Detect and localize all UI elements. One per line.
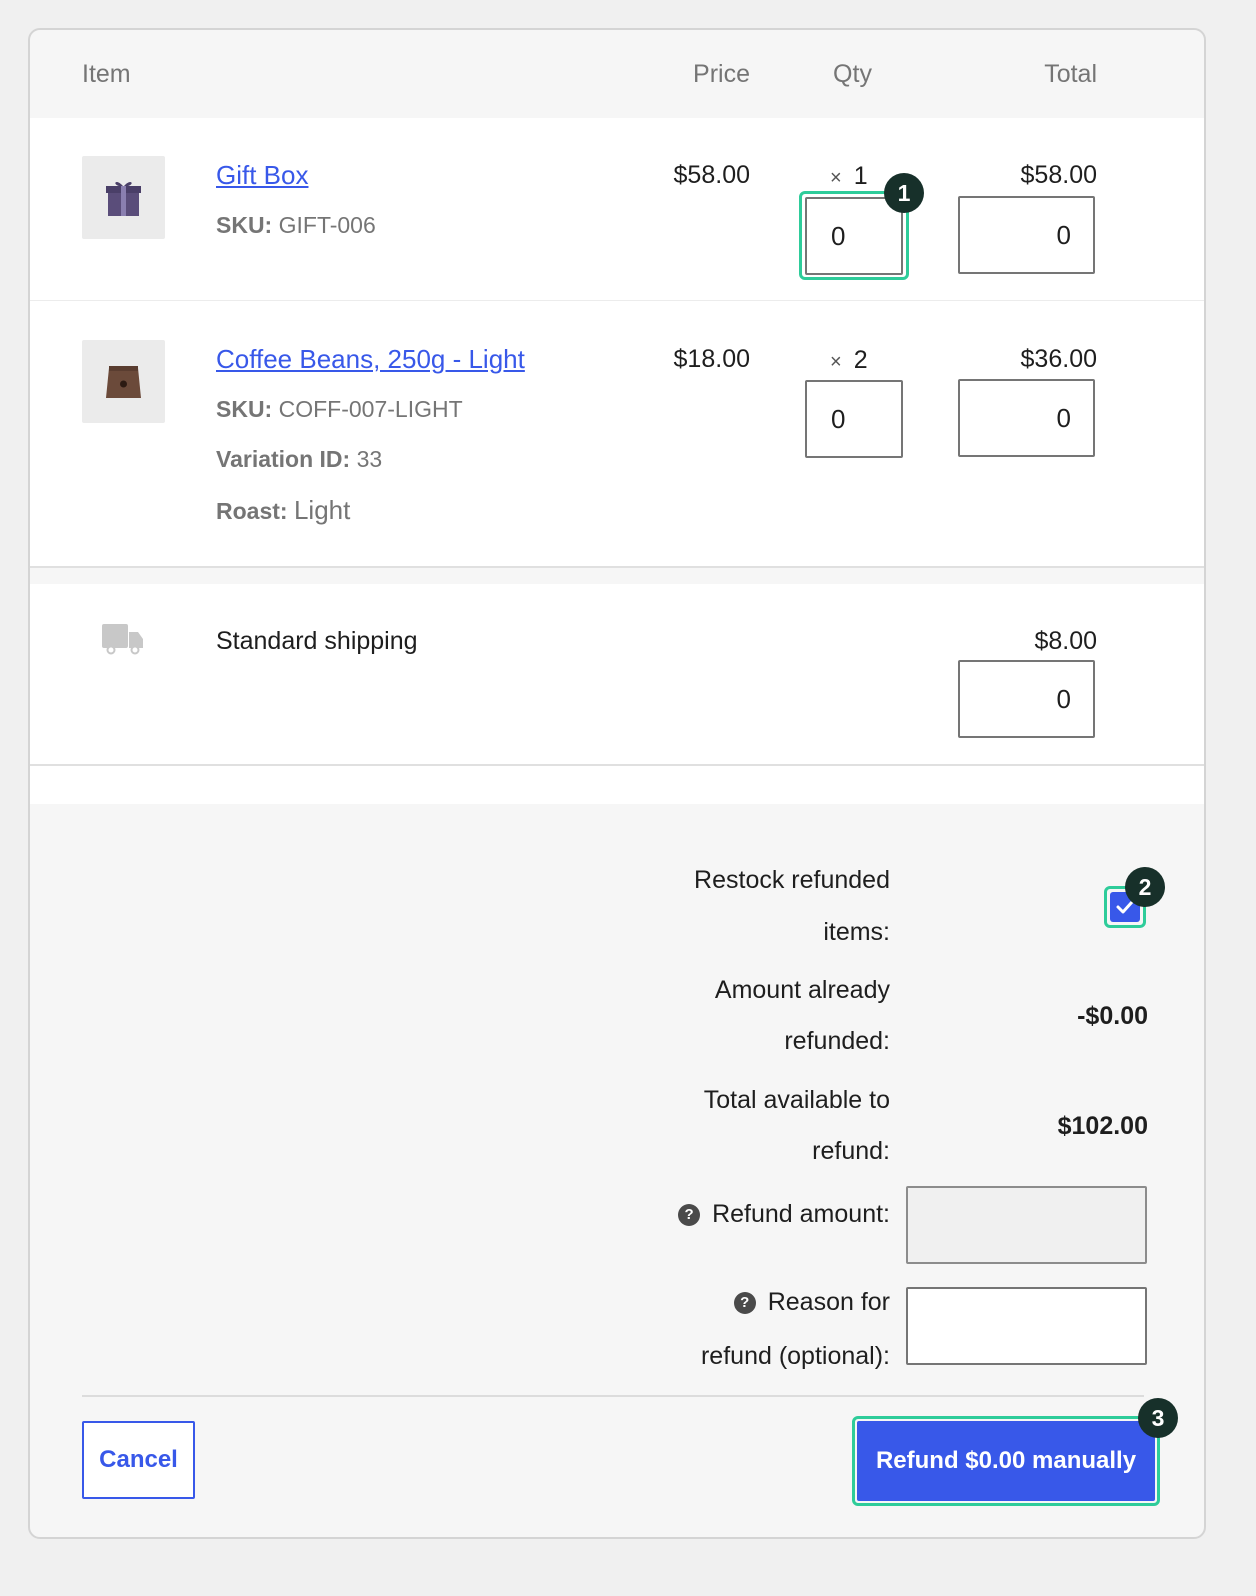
already-refunded-line: refunded:	[784, 1027, 890, 1055]
refund-total-input[interactable]: 0	[958, 379, 1095, 457]
sku-label: SKU:	[216, 212, 273, 238]
restock-label-line: Restock refunded	[694, 866, 890, 894]
refund-panel: Item Price Qty Total Gift Box SKU: GIFT-…	[28, 28, 1206, 1539]
reason-label: ? Reason for refund (optional):	[590, 1275, 890, 1383]
item-qty: × 2	[830, 346, 868, 375]
already-refunded-value: -$0.00	[1077, 1002, 1148, 1030]
shipping-label: Standard shipping	[216, 627, 418, 655]
cancel-button[interactable]: Cancel	[82, 1421, 195, 1499]
qty-value: 2	[853, 346, 868, 374]
product-sku: SKU: COFF-007-LIGHT	[216, 396, 463, 423]
item-price: $58.00	[673, 161, 750, 189]
product-thumbnail	[82, 156, 165, 239]
refund-qty-input[interactable]: 0	[805, 380, 903, 458]
available-label: Total available to refund:	[590, 1075, 890, 1177]
variation-label: Variation ID:	[216, 446, 351, 472]
multiply-icon: ×	[830, 167, 842, 189]
available-value: $102.00	[1057, 1112, 1148, 1140]
help-icon[interactable]: ?	[678, 1204, 701, 1227]
refund-amount-label: ? Refund amount:	[590, 1188, 890, 1240]
multiply-icon: ×	[830, 351, 842, 373]
row-divider	[30, 300, 1204, 301]
item-price: $18.00	[673, 345, 750, 373]
header-qty: Qty	[833, 60, 872, 88]
available-line: refund:	[812, 1137, 890, 1165]
reason-input[interactable]	[906, 1287, 1147, 1365]
gift-box-icon	[106, 181, 141, 216]
spacer	[30, 766, 1204, 804]
truck-icon	[102, 624, 143, 655]
header-total: Total	[1044, 60, 1097, 88]
roast-label: Roast:	[216, 498, 288, 524]
refund-amount-text: Refund amount:	[712, 1200, 890, 1228]
reason-label-line: Reason for	[767, 1288, 890, 1316]
refund-total-input[interactable]: 0	[958, 196, 1095, 274]
step-badge-3: 3	[1138, 1398, 1178, 1438]
item-qty: × 1	[830, 162, 868, 191]
product-sku: SKU: GIFT-006	[216, 212, 376, 239]
product-variation: Variation ID: 33	[216, 446, 382, 473]
sku-value: COFF-007-LIGHT	[278, 396, 463, 422]
product-link-gift-box[interactable]: Gift Box	[216, 160, 308, 191]
sku-label: SKU:	[216, 396, 273, 422]
product-thumbnail	[82, 340, 165, 423]
refund-qty-input[interactable]: 0	[805, 197, 903, 275]
variation-value: 33	[356, 446, 383, 472]
item-total: $36.00	[1020, 345, 1097, 373]
reason-label-line: refund (optional):	[700, 1342, 890, 1370]
step-badge-1: 1	[884, 173, 924, 213]
sku-value: GIFT-006	[278, 212, 376, 238]
refund-amount-input[interactable]	[906, 1186, 1147, 1264]
coffee-bag-icon	[106, 366, 141, 398]
qty-value: 1	[853, 162, 868, 190]
help-icon[interactable]: ?	[733, 1292, 756, 1315]
header-item: Item	[82, 60, 131, 88]
footer-divider	[82, 1395, 1144, 1397]
product-link-coffee-beans[interactable]: Coffee Beans, 250g - Light	[216, 344, 525, 375]
header-price: Price	[693, 60, 750, 88]
roast-value: Light	[293, 495, 351, 525]
shipping-refund-input[interactable]: 0	[958, 660, 1095, 738]
refund-manually-button[interactable]: Refund $0.00 manually	[857, 1421, 1155, 1501]
available-line: Total available to	[703, 1086, 890, 1114]
item-total: $58.00	[1020, 161, 1097, 189]
section-divider	[30, 566, 1204, 568]
product-roast: Roast: Light	[216, 495, 350, 526]
already-refunded-label: Amount already refunded:	[590, 965, 890, 1067]
step-badge-2: 2	[1125, 867, 1165, 907]
restock-label-line: items:	[823, 918, 890, 946]
already-refunded-line: Amount already	[714, 976, 890, 1004]
shipping-total: $8.00	[1034, 627, 1097, 655]
restock-label: Restock refunded items:	[590, 854, 890, 958]
